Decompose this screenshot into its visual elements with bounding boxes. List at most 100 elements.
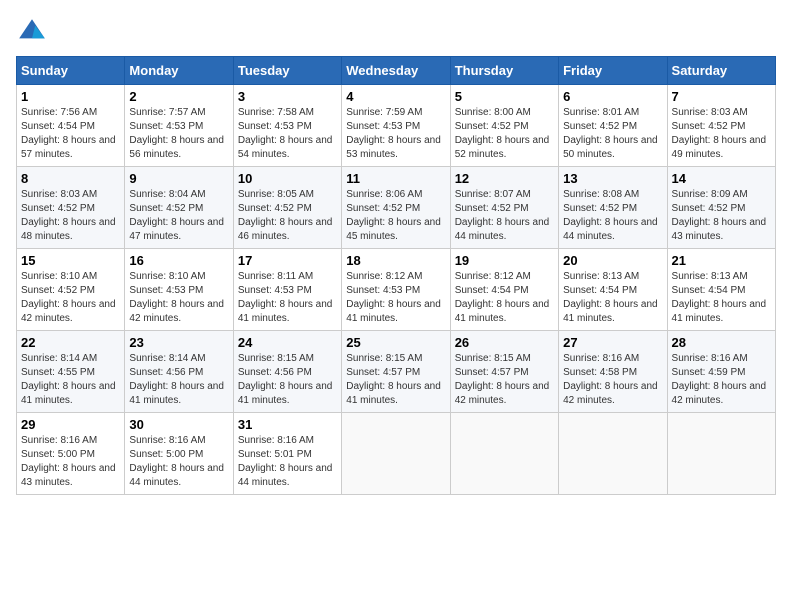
day-number: 9 [129, 171, 228, 186]
calendar-cell: 26 Sunrise: 8:15 AMSunset: 4:57 PMDayligh… [450, 331, 558, 413]
week-row-4: 22 Sunrise: 8:14 AMSunset: 4:55 PMDayligh… [17, 331, 776, 413]
calendar-cell: 5 Sunrise: 8:00 AMSunset: 4:52 PMDaylight… [450, 85, 558, 167]
day-info: Sunrise: 8:13 AMSunset: 4:54 PMDaylight:… [672, 270, 771, 326]
calendar-cell: 8Sunrise: 8:03 AMSunset: 4:52 PMDaylight… [17, 167, 125, 249]
day-number: 3 [238, 89, 337, 104]
day-info: Sunrise: 8:05 AMSunset: 4:52 PMDaylight:… [238, 188, 337, 244]
day-info: Sunrise: 8:03 AMSunset: 4:52 PMDaylight:… [672, 106, 771, 162]
calendar-cell: 31Sunrise: 8:16 AMSunset: 5:01 PMDayligh… [233, 413, 341, 495]
day-number: 14 [672, 171, 771, 186]
day-info: Sunrise: 7:56 AMSunset: 4:54 PMDaylight:… [21, 106, 120, 162]
header-day-saturday: Saturday [667, 57, 775, 85]
day-info: Sunrise: 8:14 AMSunset: 4:55 PMDaylight:… [21, 352, 120, 408]
calendar-cell: 15 Sunrise: 8:10 AMSunset: 4:52 PMDayligh… [17, 249, 125, 331]
calendar-cell: 9 Sunrise: 8:04 AMSunset: 4:52 PMDaylight… [125, 167, 233, 249]
calendar-cell [667, 413, 775, 495]
day-info: Sunrise: 8:15 AMSunset: 4:57 PMDaylight:… [346, 352, 445, 408]
day-info: Sunrise: 8:07 AMSunset: 4:52 PMDaylight:… [455, 188, 554, 244]
calendar-cell: 29Sunrise: 8:16 AMSunset: 5:00 PMDayligh… [17, 413, 125, 495]
day-number: 13 [563, 171, 662, 186]
calendar-cell: 13 Sunrise: 8:08 AMSunset: 4:52 PMDayligh… [559, 167, 667, 249]
calendar-cell [342, 413, 450, 495]
day-number: 25 [346, 335, 445, 350]
calendar-header: SundayMondayTuesdayWednesdayThursdayFrid… [17, 57, 776, 85]
day-number: 30 [129, 417, 228, 432]
day-info: Sunrise: 8:04 AMSunset: 4:52 PMDaylight:… [129, 188, 228, 244]
calendar-cell: 3 Sunrise: 7:58 AMSunset: 4:53 PMDaylight… [233, 85, 341, 167]
day-info: Sunrise: 8:08 AMSunset: 4:52 PMDaylight:… [563, 188, 662, 244]
calendar-cell: 2 Sunrise: 7:57 AMSunset: 4:53 PMDaylight… [125, 85, 233, 167]
day-info: Sunrise: 8:12 AMSunset: 4:53 PMDaylight:… [346, 270, 445, 326]
calendar-cell: 14 Sunrise: 8:09 AMSunset: 4:52 PMDayligh… [667, 167, 775, 249]
day-info: Sunrise: 8:16 AMSunset: 4:59 PMDaylight:… [672, 352, 771, 408]
day-number: 17 [238, 253, 337, 268]
day-number: 22 [21, 335, 120, 350]
header-day-thursday: Thursday [450, 57, 558, 85]
calendar-cell: 19 Sunrise: 8:12 AMSunset: 4:54 PMDayligh… [450, 249, 558, 331]
logo-icon [16, 16, 48, 48]
day-info: Sunrise: 8:10 AMSunset: 4:52 PMDaylight:… [21, 270, 120, 326]
day-info: Sunrise: 8:15 AMSunset: 4:56 PMDaylight:… [238, 352, 337, 408]
day-number: 26 [455, 335, 554, 350]
header-day-friday: Friday [559, 57, 667, 85]
day-number: 18 [346, 253, 445, 268]
day-info: Sunrise: 8:14 AMSunset: 4:56 PMDaylight:… [129, 352, 228, 408]
day-number: 21 [672, 253, 771, 268]
day-number: 1 [21, 89, 120, 104]
day-number: 10 [238, 171, 337, 186]
calendar-cell: 10 Sunrise: 8:05 AMSunset: 4:52 PMDayligh… [233, 167, 341, 249]
logo [16, 16, 52, 48]
calendar-cell: 6Sunrise: 8:01 AMSunset: 4:52 PMDaylight… [559, 85, 667, 167]
day-number: 23 [129, 335, 228, 350]
day-info: Sunrise: 7:58 AMSunset: 4:53 PMDaylight:… [238, 106, 337, 162]
day-info: Sunrise: 8:13 AMSunset: 4:54 PMDaylight:… [563, 270, 662, 326]
calendar-cell: 11 Sunrise: 8:06 AMSunset: 4:52 PMDayligh… [342, 167, 450, 249]
day-number: 11 [346, 171, 445, 186]
calendar-cell: 18 Sunrise: 8:12 AMSunset: 4:53 PMDayligh… [342, 249, 450, 331]
day-number: 20 [563, 253, 662, 268]
header-day-wednesday: Wednesday [342, 57, 450, 85]
day-number: 16 [129, 253, 228, 268]
calendar-cell: 25 Sunrise: 8:15 AMSunset: 4:57 PMDayligh… [342, 331, 450, 413]
day-number: 4 [346, 89, 445, 104]
calendar-cell: 30 Sunrise: 8:16 AMSunset: 5:00 PMDayligh… [125, 413, 233, 495]
calendar-cell: 21 Sunrise: 8:13 AMSunset: 4:54 PMDayligh… [667, 249, 775, 331]
calendar-cell: 4 Sunrise: 7:59 AMSunset: 4:53 PMDaylight… [342, 85, 450, 167]
calendar-cell: 16Sunrise: 8:10 AMSunset: 4:53 PMDayligh… [125, 249, 233, 331]
calendar-cell: 17Sunrise: 8:11 AMSunset: 4:53 PMDayligh… [233, 249, 341, 331]
day-info: Sunrise: 8:09 AMSunset: 4:52 PMDaylight:… [672, 188, 771, 244]
calendar-cell: 1 Sunrise: 7:56 AMSunset: 4:54 PMDaylight… [17, 85, 125, 167]
day-info: Sunrise: 7:57 AMSunset: 4:53 PMDaylight:… [129, 106, 228, 162]
day-info: Sunrise: 7:59 AMSunset: 4:53 PMDaylight:… [346, 106, 445, 162]
day-info: Sunrise: 8:12 AMSunset: 4:54 PMDaylight:… [455, 270, 554, 326]
calendar-cell: 27Sunrise: 8:16 AMSunset: 4:58 PMDayligh… [559, 331, 667, 413]
day-info: Sunrise: 8:06 AMSunset: 4:52 PMDaylight:… [346, 188, 445, 244]
week-row-5: 29 Sunrise: 8:16 AMSunset: 5:00 PMDayligh… [17, 413, 776, 495]
day-info: Sunrise: 8:16 AMSunset: 4:58 PMDaylight:… [563, 352, 662, 408]
day-number: 5 [455, 89, 554, 104]
day-number: 6 [563, 89, 662, 104]
day-number: 28 [672, 335, 771, 350]
calendar-cell: 7Sunrise: 8:03 AMSunset: 4:52 PMDaylight… [667, 85, 775, 167]
calendar-cell: 23 Sunrise: 8:14 AMSunset: 4:56 PMDayligh… [125, 331, 233, 413]
day-number: 29 [21, 417, 120, 432]
day-number: 2 [129, 89, 228, 104]
calendar-cell: 24 Sunrise: 8:15 AMSunset: 4:56 PMDayligh… [233, 331, 341, 413]
day-number: 24 [238, 335, 337, 350]
day-number: 12 [455, 171, 554, 186]
calendar-cell: 12 Sunrise: 8:07 AMSunset: 4:52 PMDayligh… [450, 167, 558, 249]
day-info: Sunrise: 8:00 AMSunset: 4:52 PMDaylight:… [455, 106, 554, 162]
week-row-3: 15 Sunrise: 8:10 AMSunset: 4:52 PMDayligh… [17, 249, 776, 331]
day-info: Sunrise: 8:15 AMSunset: 4:57 PMDaylight:… [455, 352, 554, 408]
calendar-cell [559, 413, 667, 495]
header-day-monday: Monday [125, 57, 233, 85]
day-number: 8 [21, 171, 120, 186]
calendar-cell: 28 Sunrise: 8:16 AMSunset: 4:59 PMDayligh… [667, 331, 775, 413]
day-number: 15 [21, 253, 120, 268]
day-info: Sunrise: 8:16 AMSunset: 5:00 PMDaylight:… [129, 434, 228, 490]
header-day-sunday: Sunday [17, 57, 125, 85]
day-number: 19 [455, 253, 554, 268]
calendar-cell: 20 Sunrise: 8:13 AMSunset: 4:54 PMDayligh… [559, 249, 667, 331]
calendar-body: 1 Sunrise: 7:56 AMSunset: 4:54 PMDaylight… [17, 85, 776, 495]
page-header [16, 16, 776, 48]
